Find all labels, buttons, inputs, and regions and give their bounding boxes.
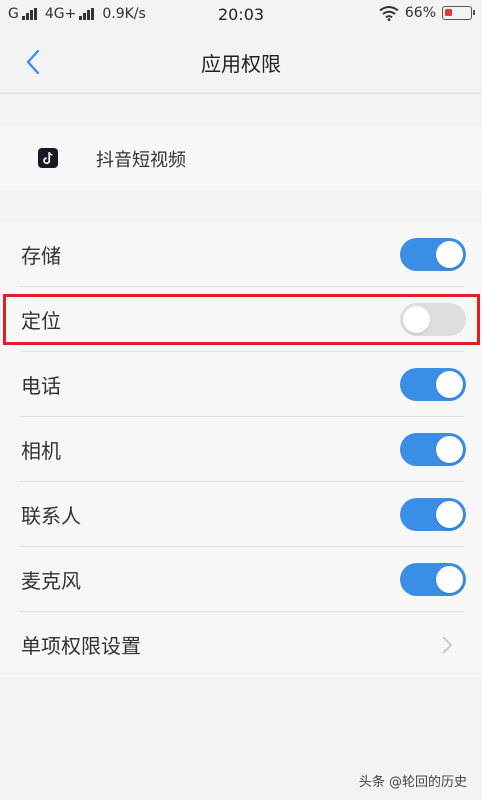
permission-toggle-phone[interactable] [400, 368, 466, 401]
permission-label: 相机 [21, 439, 61, 463]
page-title: 应用权限 [201, 52, 281, 76]
chevron-right-icon [442, 636, 453, 654]
permission-row-single-permission-settings[interactable]: 单项权限设置 [0, 612, 482, 677]
tiktok-app-icon [38, 148, 58, 168]
permission-row-contacts[interactable]: 联系人 [0, 482, 482, 547]
toggle-knob [436, 436, 463, 463]
permission-row-camera[interactable]: 相机 [0, 417, 482, 482]
permission-row-storage[interactable]: 存储 [0, 222, 482, 287]
permission-label: 麦克风 [21, 569, 81, 593]
toggle-knob [403, 306, 430, 333]
permission-row-location[interactable]: 定位 [0, 287, 482, 352]
battery-fill [445, 9, 452, 16]
permission-list: 存储定位电话相机联系人麦克风单项权限设置 [0, 222, 482, 677]
battery-icon [442, 6, 475, 20]
permission-label: 电话 [21, 374, 61, 398]
toggle-knob [436, 241, 463, 268]
permission-label: 存储 [21, 244, 61, 268]
app-info-row: 抖音短视频 [0, 126, 482, 190]
watermark: 头条 @轮回的历史 [358, 775, 467, 790]
permission-label: 联系人 [21, 504, 81, 528]
header: 应用权限 [0, 30, 482, 94]
battery-percent: 66% [404, 5, 436, 21]
toggle-knob [436, 566, 463, 593]
permission-toggle-camera[interactable] [400, 433, 466, 466]
permission-label: 定位 [21, 309, 61, 333]
toggle-knob [436, 371, 463, 398]
status-right: 66% [379, 5, 475, 21]
permission-label: 单项权限设置 [21, 634, 141, 658]
permission-row-microphone[interactable]: 麦克风 [0, 547, 482, 612]
permission-toggle-storage[interactable] [400, 238, 466, 271]
permission-toggle-contacts[interactable] [400, 498, 466, 531]
permission-toggle-microphone[interactable] [400, 563, 466, 596]
wifi-icon [379, 6, 399, 21]
app-name: 抖音短视频 [96, 150, 186, 171]
permission-toggle-location[interactable] [400, 303, 466, 336]
status-bar: G 4G+ 0.9K/s 20:03 66% [0, 0, 482, 30]
permission-row-phone[interactable]: 电话 [0, 352, 482, 417]
toggle-knob [436, 501, 463, 528]
